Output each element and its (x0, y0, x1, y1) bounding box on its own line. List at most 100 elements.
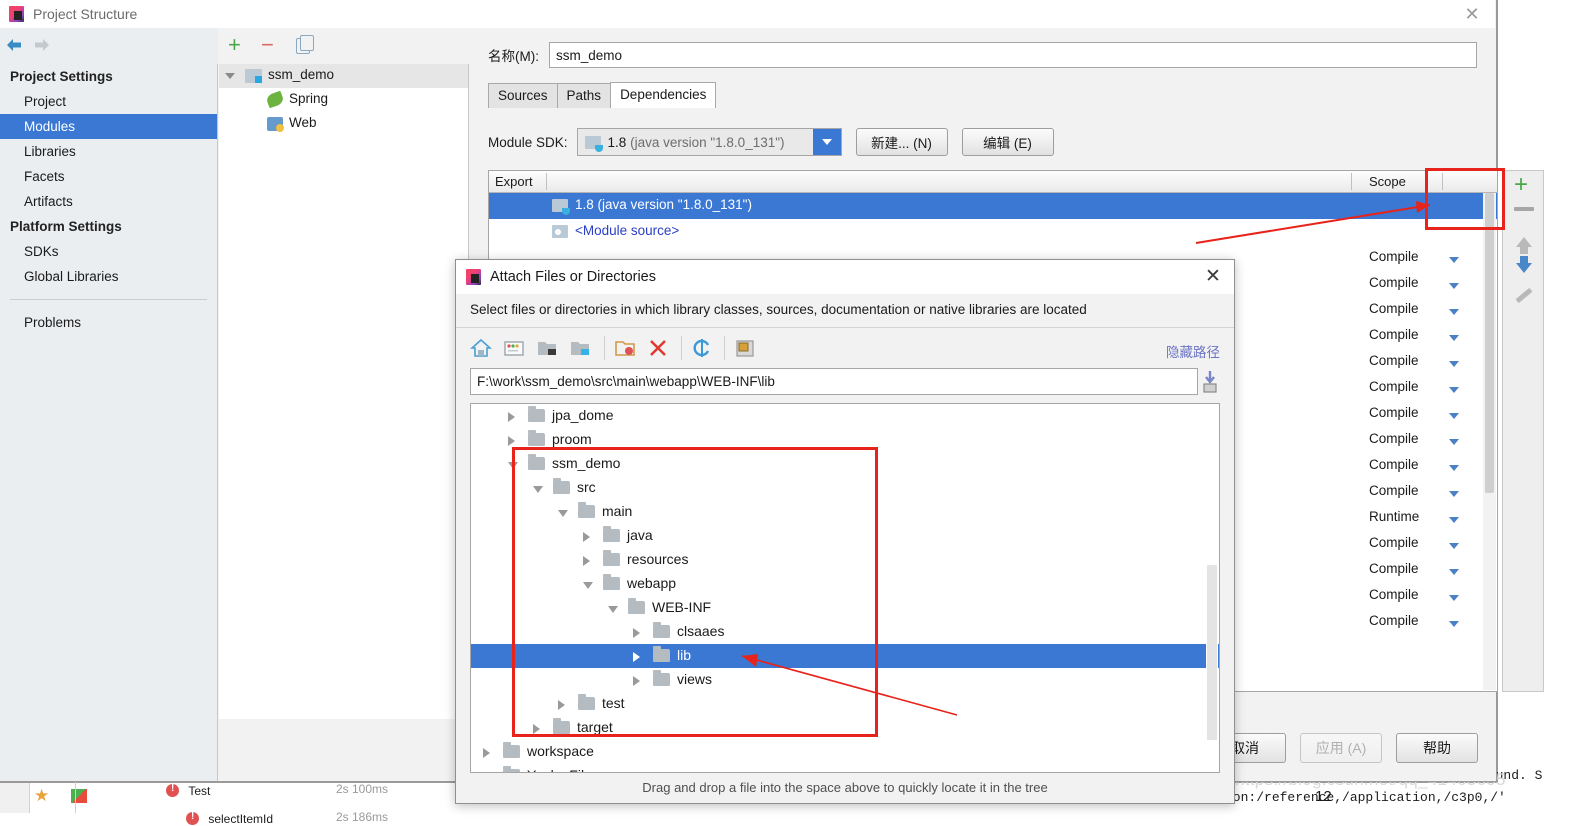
scrollbar-thumb[interactable] (1485, 193, 1494, 493)
chevron-down-icon[interactable] (812, 129, 841, 155)
chevron-right-icon[interactable] (558, 700, 565, 710)
chevron-down-icon[interactable] (1449, 257, 1459, 263)
file-tree-row[interactable]: workspace (471, 740, 1219, 764)
file-tree-row[interactable]: Youku Files (471, 764, 1219, 773)
close-icon[interactable]: ✕ (1457, 4, 1487, 24)
test-results-tree[interactable]: Test 2s 100ms selectItemId 2s 186ms (75, 782, 405, 826)
chevron-down-icon[interactable] (583, 582, 593, 589)
sidebar-item-facets[interactable]: Facets (0, 164, 217, 189)
scrollbar-thumb[interactable] (1207, 565, 1217, 740)
remove-dependency-icon[interactable] (1514, 207, 1534, 211)
chevron-down-icon[interactable] (1449, 361, 1459, 367)
file-chooser-toolbar[interactable]: 隐藏路径 (456, 328, 1234, 368)
home-icon[interactable] (470, 337, 492, 359)
chevron-right-icon[interactable] (508, 436, 515, 446)
chevron-right-icon[interactable] (508, 412, 515, 422)
file-chooser-tree[interactable]: jpa_dome proom ssm_demo src main java resource… (470, 403, 1220, 773)
file-tree-row[interactable]: test (471, 692, 1219, 716)
file-tree-scrollbar[interactable] (1206, 405, 1218, 771)
dependency-row[interactable]: 1.8 (java version "1.8.0_131") (489, 193, 1497, 219)
sidebar-item-modules[interactable]: Modules (0, 114, 217, 139)
hide-path-link[interactable]: 隐藏路径 (1166, 341, 1220, 361)
sidebar-item-problems[interactable]: Problems (0, 310, 217, 335)
chevron-down-icon[interactable] (1449, 491, 1459, 497)
file-tree-rows[interactable]: jpa_dome proom ssm_demo src main java resource… (471, 404, 1219, 773)
chevron-down-icon[interactable] (1449, 283, 1459, 289)
chevron-down-icon[interactable] (225, 73, 235, 79)
file-tree-row[interactable]: proom (471, 428, 1219, 452)
chevron-down-icon[interactable] (1449, 413, 1459, 419)
file-tree-row[interactable]: java (471, 524, 1219, 548)
module-tree-toolbar[interactable]: + − (219, 28, 469, 64)
file-tree-row[interactable]: target (471, 716, 1219, 740)
chevron-down-icon[interactable] (533, 486, 543, 493)
new-folder-blue-icon[interactable] (569, 337, 591, 359)
tab-sources[interactable]: Sources (488, 83, 558, 108)
copy-module-icon[interactable] (296, 35, 314, 54)
file-tree-row[interactable]: src (471, 476, 1219, 500)
chevron-right-icon[interactable] (583, 556, 590, 566)
file-tree-row[interactable]: WEB-INF (471, 596, 1219, 620)
chevron-down-icon[interactable] (1449, 465, 1459, 471)
help-button[interactable]: 帮助 (1396, 733, 1478, 763)
new-sdk-button[interactable]: 新建... (N) (855, 128, 948, 156)
back-arrow-icon[interactable] (4, 36, 24, 54)
dependencies-scrollbar[interactable] (1483, 193, 1496, 690)
chevron-down-icon[interactable] (1449, 309, 1459, 315)
chevron-right-icon[interactable] (483, 772, 490, 773)
arrow-down-icon[interactable] (1516, 256, 1532, 273)
chevron-down-icon[interactable] (1449, 595, 1459, 601)
sidebar-item-sdks[interactable]: SDKs (0, 239, 217, 264)
edit-sdk-button[interactable]: 编辑 (E) (961, 128, 1054, 156)
file-tree-row[interactable]: ssm_demo (471, 452, 1219, 476)
chevron-right-icon[interactable] (533, 724, 540, 734)
chevron-right-icon[interactable] (633, 652, 640, 662)
chevron-down-icon[interactable] (558, 510, 568, 517)
module-tree-row-web[interactable]: Web (219, 112, 468, 136)
chevron-down-icon[interactable] (1449, 439, 1459, 445)
module-sdk-combobox[interactable]: 1.8 (java version "1.8.0_131") (576, 128, 842, 156)
add-dependency-icon[interactable]: + (1514, 173, 1528, 197)
sidebar-item-project[interactable]: Project (0, 89, 217, 114)
forward-arrow-icon[interactable] (32, 36, 52, 54)
chevron-down-icon[interactable] (1449, 543, 1459, 549)
module-tabs[interactable]: Sources Paths Dependencies (488, 82, 717, 108)
chevron-down-icon[interactable] (1449, 387, 1459, 393)
tab-paths[interactable]: Paths (556, 83, 612, 108)
paste-path-icon[interactable] (1200, 368, 1220, 395)
chevron-down-icon[interactable] (508, 462, 518, 469)
path-input[interactable] (470, 368, 1198, 395)
refresh-folder-icon[interactable] (614, 337, 636, 359)
delete-icon[interactable] (647, 337, 669, 359)
sidebar-item-global-libraries[interactable]: Global Libraries (0, 264, 217, 289)
new-folder-dark-icon[interactable] (536, 337, 558, 359)
sidebar-item-libraries[interactable]: Libraries (0, 139, 217, 164)
tab-dependencies[interactable]: Dependencies (610, 82, 717, 108)
sync-icon[interactable] (691, 337, 713, 359)
chevron-right-icon[interactable] (633, 676, 640, 686)
column-divider[interactable] (1351, 173, 1352, 190)
module-name-input[interactable] (549, 42, 1477, 68)
file-tree-row[interactable]: lib (471, 644, 1219, 668)
chevron-right-icon[interactable] (583, 532, 590, 542)
chevron-down-icon[interactable] (608, 606, 618, 613)
module-tree[interactable]: ssm_demo Spring Web (219, 64, 469, 719)
sidebar-item-artifacts[interactable]: Artifacts (0, 189, 217, 214)
dependencies-action-bar[interactable]: + (1502, 170, 1544, 692)
desktop-icon[interactable] (503, 337, 525, 359)
file-tree-row[interactable]: clsaaes (471, 620, 1219, 644)
module-tree-row-spring[interactable]: Spring (219, 88, 468, 112)
show-hidden-files-icon[interactable] (734, 337, 756, 359)
pencil-icon[interactable] (1515, 287, 1533, 304)
bookmark-star-icon[interactable]: ★ (34, 786, 49, 806)
close-icon[interactable]: ✕ (1202, 266, 1224, 288)
file-tree-row[interactable]: resources (471, 548, 1219, 572)
file-tree-row[interactable]: main (471, 500, 1219, 524)
file-tree-row[interactable]: views (471, 668, 1219, 692)
column-divider[interactable] (546, 173, 547, 190)
module-tree-row-ssm-demo[interactable]: ssm_demo (219, 64, 468, 88)
chevron-right-icon[interactable] (483, 748, 490, 758)
file-tree-row[interactable]: jpa_dome (471, 404, 1219, 428)
chevron-down-icon[interactable] (1449, 621, 1459, 627)
chevron-down-icon[interactable] (1449, 517, 1459, 523)
